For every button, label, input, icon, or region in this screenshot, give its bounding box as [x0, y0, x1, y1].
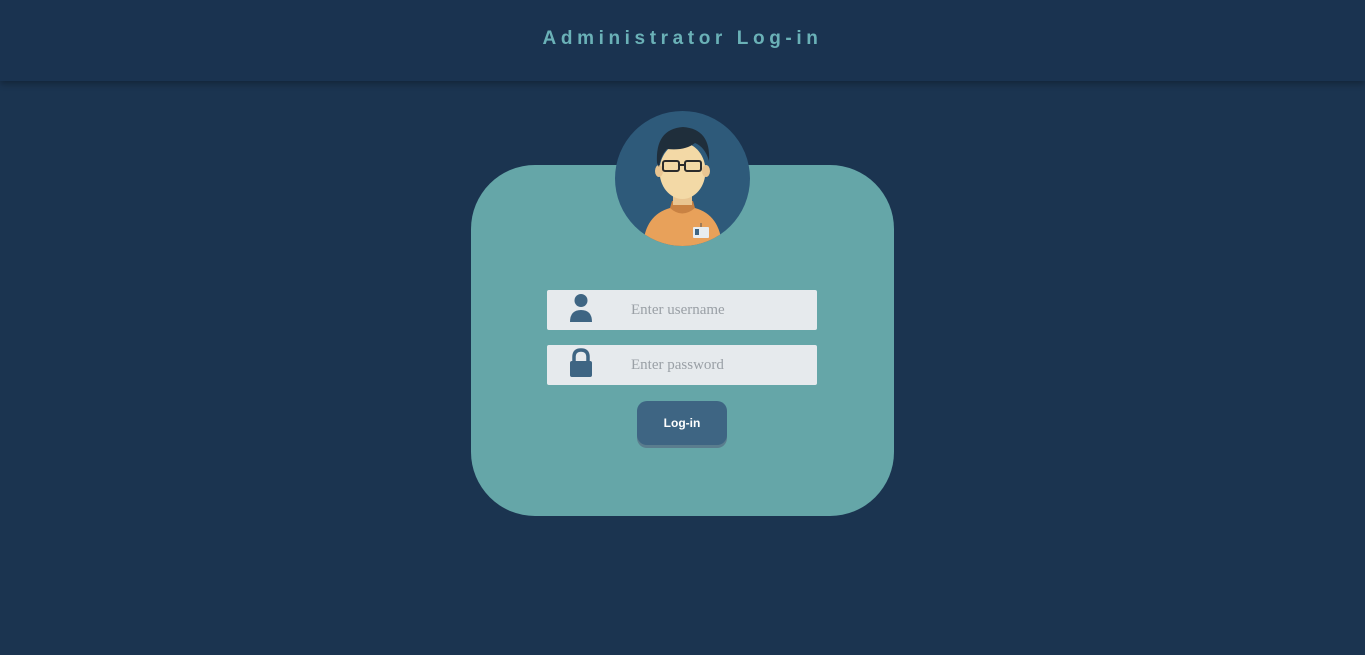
username-input[interactable] [617, 290, 812, 330]
page-title: Administrator Log-in [542, 28, 823, 49]
username-field[interactable] [547, 290, 817, 330]
header-bar: Administrator Log-in [0, 0, 1365, 81]
admin-avatar-icon [615, 111, 750, 246]
password-field[interactable] [547, 345, 817, 385]
password-input[interactable] [617, 345, 812, 385]
lock-icon [568, 348, 594, 378]
user-icon [568, 293, 594, 323]
login-button[interactable]: Log-in [637, 401, 727, 445]
